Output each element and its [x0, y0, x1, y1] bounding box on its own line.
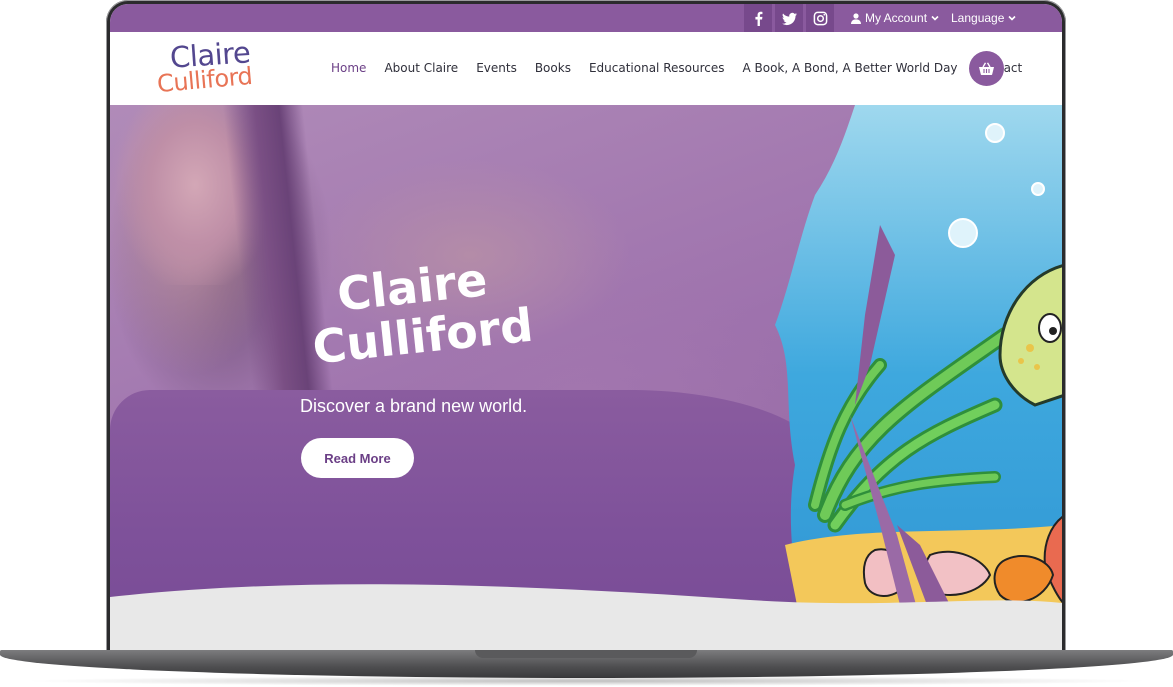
main-navigation: Home About Claire Events Books Education…	[331, 61, 1022, 75]
hero-title: Claire Culliford	[305, 250, 535, 374]
cart-button[interactable]	[969, 51, 1004, 86]
language-menu[interactable]: Language	[951, 11, 1016, 25]
site-header: Claire Culliford Home About Claire Event…	[110, 32, 1062, 105]
facebook-icon[interactable]	[744, 4, 772, 32]
my-account-label: My Account	[865, 11, 928, 25]
laptop-shadow	[20, 676, 1153, 686]
hero-banner: Claire Culliford Discover a brand new wo…	[110, 105, 1062, 656]
nav-item-about-claire[interactable]: About Claire	[384, 61, 458, 75]
read-more-button[interactable]: Read More	[301, 438, 414, 478]
user-icon	[851, 12, 861, 24]
chevron-down-icon	[931, 15, 939, 21]
nav-item-books[interactable]: Books	[535, 61, 571, 75]
browser-screen: My Account Language Claire Culliford Hom…	[110, 4, 1062, 656]
chevron-down-icon	[1008, 15, 1016, 21]
nav-item-home[interactable]: Home	[331, 61, 366, 75]
twitter-icon[interactable]	[775, 4, 803, 32]
nav-item-better-world-day[interactable]: A Book, A Bond, A Better World Day	[742, 61, 957, 75]
hero-subtitle: Discover a brand new world.	[300, 396, 528, 416]
nav-item-educational-resources[interactable]: Educational Resources	[589, 61, 725, 75]
my-account-menu[interactable]: My Account	[851, 11, 939, 25]
language-label: Language	[951, 11, 1005, 25]
instagram-icon[interactable]	[806, 4, 834, 32]
nav-item-events[interactable]: Events	[476, 61, 517, 75]
laptop-base-notch	[475, 650, 697, 658]
top-bar: My Account Language	[110, 4, 1062, 32]
basket-icon	[979, 62, 994, 75]
site-logo[interactable]: Claire Culliford	[154, 35, 264, 102]
section-divider-wave	[110, 584, 1062, 656]
